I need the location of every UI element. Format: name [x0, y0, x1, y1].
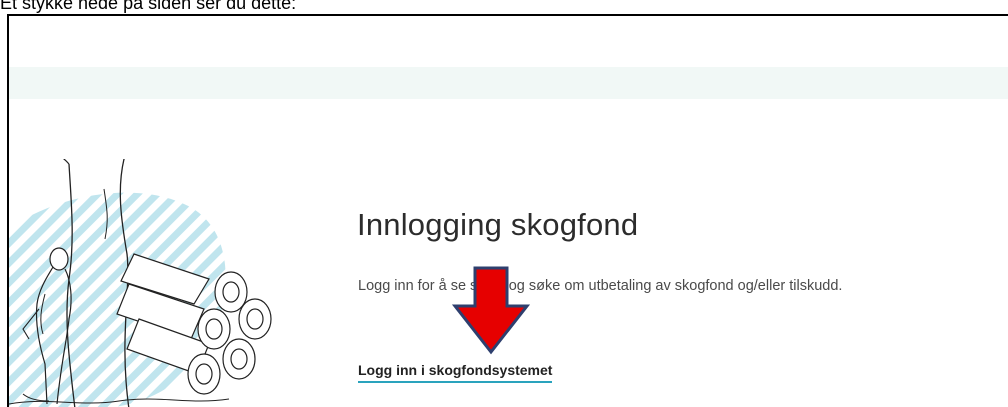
- caption-text: Et stykke nede på siden ser du dette:: [0, 0, 297, 13]
- forest-logs-illustration: [9, 159, 272, 407]
- header-band: [9, 67, 1008, 99]
- page-title: Innlogging skogfond: [357, 207, 639, 242]
- login-link[interactable]: Logg inn i skogfondsystemet: [358, 362, 553, 383]
- screenshot-frame: Innlogging skogfond Logg inn for å se sa…: [7, 14, 1008, 407]
- intro-text: Logg inn for å se saldo og søke om utbet…: [358, 278, 843, 294]
- down-arrow-icon: [451, 266, 531, 355]
